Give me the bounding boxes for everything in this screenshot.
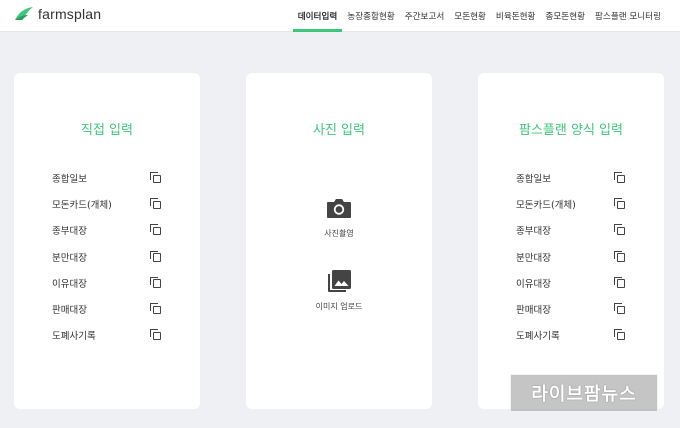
list-item[interactable]: 판매대장 — [516, 296, 626, 322]
list-item[interactable]: 분만대장 — [52, 244, 162, 270]
template-input-card: 팜스플랜 양식 입력 종합일보 모돈카드(개체) 종부대장 분만대장 이유대장 … — [478, 73, 664, 409]
list-item-label: 판매대장 — [516, 305, 551, 317]
copy-icon[interactable] — [614, 303, 626, 315]
copy-icon[interactable] — [614, 224, 626, 236]
list-item-label: 도폐사기록 — [52, 331, 96, 343]
nav-sow-status[interactable]: 모돈현황 — [449, 0, 491, 32]
nav-weekly-report[interactable]: 주간보고서 — [400, 0, 450, 32]
list-item[interactable]: 모돈카드(개체) — [516, 191, 626, 217]
logo-text: farmsplan — [38, 6, 102, 22]
take-photo-button[interactable]: 사진촬영 — [246, 194, 432, 239]
watermark-text: 라이브팜뉴스 — [531, 384, 637, 405]
list-item[interactable]: 분만대장 — [516, 244, 626, 270]
list-item[interactable]: 종합일보 — [516, 165, 626, 191]
list-item[interactable]: 이유대장 — [516, 270, 626, 296]
logo[interactable]: farmsplan — [14, 6, 101, 22]
list-item-label: 이유대장 — [516, 278, 551, 290]
copy-icon[interactable] — [150, 276, 162, 289]
list-item-label: 종합일보 — [52, 174, 87, 186]
direct-input-card: 직접 입력 종합일보 모돈카드(개체) 종부대장 분만대장 이유대장 판매대장 … — [14, 73, 200, 409]
card-title: 팜스플랜 양식 입력 — [519, 123, 623, 138]
card-title: 사진 입력 — [313, 123, 365, 138]
direct-input-list: 종합일보 모돈카드(개체) 종부대장 분만대장 이유대장 판매대장 도폐사기록 — [52, 165, 162, 348]
nav-breeding-status[interactable]: 종모돈현황 — [540, 0, 590, 32]
list-item-label: 종합일보 — [516, 174, 551, 186]
list-item[interactable]: 이유대장 — [52, 270, 162, 296]
leaf-logo-icon — [15, 7, 33, 20]
copy-icon[interactable] — [150, 250, 162, 263]
copy-icon[interactable] — [614, 329, 626, 341]
list-item[interactable]: 종부대장 — [516, 217, 626, 243]
list-item-label: 모돈카드(개체) — [52, 200, 112, 212]
list-item-label: 도폐사기록 — [516, 331, 560, 343]
copy-icon[interactable] — [150, 172, 162, 184]
copy-icon[interactable] — [150, 303, 162, 315]
card-title: 직접 입력 — [81, 123, 133, 138]
list-item-label: 종부대장 — [52, 226, 87, 238]
list-item[interactable]: 도폐사기록 — [52, 322, 162, 348]
copy-icon[interactable] — [614, 198, 626, 210]
list-item[interactable]: 판매대장 — [52, 296, 162, 322]
list-item[interactable]: 도폐사기록 — [516, 322, 626, 348]
template-input-list: 종합일보 모돈카드(개체) 종부대장 분만대장 이유대장 판매대장 도폐사기록 — [516, 165, 626, 348]
nav-finishing-status[interactable]: 비육돈현황 — [491, 0, 541, 32]
list-item[interactable]: 모돈카드(개체) — [52, 191, 162, 217]
main-nav: 데이터입력 농장종합현황 주간보고서 모돈현황 비육돈현황 종모돈현황 팜스플랜… — [292, 0, 666, 32]
photo-library-icon — [328, 270, 351, 292]
copy-icon[interactable] — [614, 250, 626, 263]
camera-icon — [327, 199, 351, 218]
photo-input-card: 사진 입력 사진촬영 이미지 업로드 — [246, 73, 432, 409]
list-item-label: 모돈카드(개체) — [516, 200, 576, 212]
upload-image-label: 이미지 업로드 — [315, 302, 363, 311]
top-navigation-bar: farmsplan 데이터입력 농장종합현황 주간보고서 모돈현황 비육돈현황 … — [0, 0, 680, 32]
nav-farm-overview[interactable]: 농장종합현황 — [342, 0, 399, 32]
copy-icon[interactable] — [150, 329, 162, 341]
nav-farmsplan-monitoring[interactable]: 팜스플랜 모니터링 — [590, 0, 666, 32]
upload-image-button[interactable]: 이미지 업로드 — [246, 267, 432, 312]
list-item-label: 분만대장 — [52, 252, 87, 264]
list-item-label: 종부대장 — [516, 226, 551, 238]
news-watermark: 라이브팜뉴스 — [510, 374, 658, 412]
list-item-label: 판매대장 — [52, 305, 87, 317]
copy-icon[interactable] — [150, 198, 162, 210]
copy-icon[interactable] — [150, 224, 162, 236]
copy-icon[interactable] — [614, 172, 626, 184]
list-item[interactable]: 종부대장 — [52, 217, 162, 243]
copy-icon[interactable] — [614, 276, 626, 289]
list-item-label: 분만대장 — [516, 252, 551, 264]
nav-data-input[interactable]: 데이터입력 — [292, 0, 343, 32]
take-photo-label: 사진촬영 — [324, 229, 354, 238]
list-item[interactable]: 종합일보 — [52, 165, 162, 191]
list-item-label: 이유대장 — [52, 278, 87, 290]
